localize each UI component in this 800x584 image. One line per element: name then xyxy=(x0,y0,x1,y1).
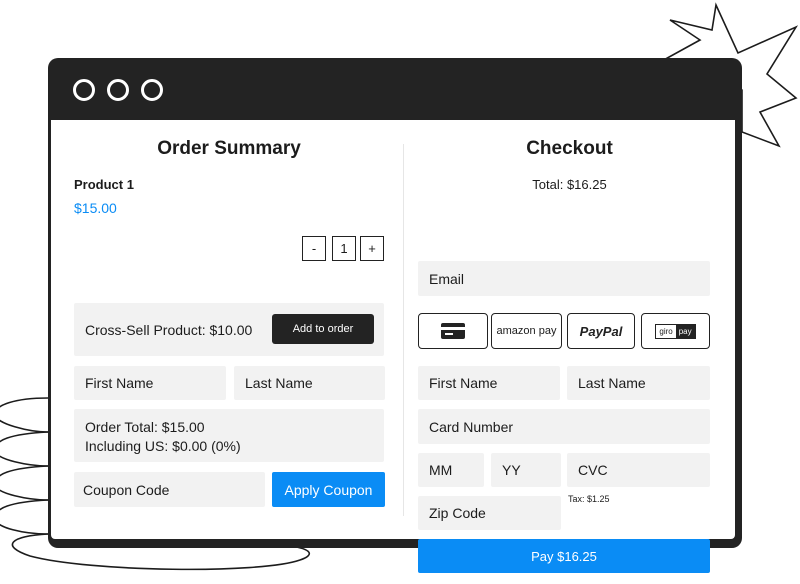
apply-coupon-button[interactable]: Apply Coupon xyxy=(272,472,385,507)
window-titlebar xyxy=(48,58,742,120)
window-control-dot[interactable] xyxy=(73,79,95,101)
product-name: Product 1 xyxy=(74,177,134,192)
checkout-total: Total: $16.25 xyxy=(532,177,607,192)
order-summary-title: Order Summary xyxy=(157,138,301,159)
zip-code-field[interactable]: Zip Code xyxy=(418,496,561,530)
quantity-decrease-button[interactable]: - xyxy=(302,236,326,261)
paypal-option[interactable]: PayPal xyxy=(567,313,635,349)
amazon-pay-option[interactable]: amazon pay xyxy=(491,313,562,349)
order-tax-text: Including US: $0.00 (0%) xyxy=(85,438,241,454)
last-name-field[interactable]: Last Name xyxy=(234,366,385,400)
tax-note: Tax: $1.25 xyxy=(568,494,610,504)
first-name-field[interactable]: First Name xyxy=(74,366,226,400)
browser-window: Order Summary Product 1 $15.00 - 1 + Cro… xyxy=(48,58,742,573)
card-cvc-field[interactable]: CVC xyxy=(567,453,710,487)
order-total-text: Order Total: $15.00 xyxy=(85,419,205,435)
product-price: $15.00 xyxy=(74,200,117,216)
email-field[interactable]: Email xyxy=(418,261,710,296)
order-total-box: Order Total: $15.00 Including US: $0.00 … xyxy=(74,409,384,462)
giropay-option[interactable]: giro pay xyxy=(641,313,710,349)
pay-button[interactable]: Pay $16.25 xyxy=(418,539,710,573)
quantity-value[interactable]: 1 xyxy=(332,236,356,261)
cross-sell-label: Cross-Sell Product: $10.00 xyxy=(85,321,253,338)
card-number-field[interactable]: Card Number xyxy=(418,409,710,444)
giropay-logo-text-a: giro xyxy=(656,324,676,338)
paypal-logo: PayPal xyxy=(579,323,623,339)
card-expiry-month-field[interactable]: MM xyxy=(418,453,484,487)
checkout-first-name-field[interactable]: First Name xyxy=(418,366,560,400)
credit-card-icon xyxy=(441,323,465,339)
page-content: Order Summary Product 1 $15.00 - 1 + Cro… xyxy=(51,120,735,573)
amazon-pay-logo: amazon pay xyxy=(496,325,557,337)
checkout-title: Checkout xyxy=(526,138,613,159)
window-control-dot[interactable] xyxy=(107,79,129,101)
window-control-dot[interactable] xyxy=(141,79,163,101)
card-payment-option[interactable] xyxy=(418,313,488,349)
quantity-increase-button[interactable]: + xyxy=(360,236,384,261)
add-to-order-button[interactable]: Add to order xyxy=(272,314,374,344)
coupon-code-field[interactable]: Coupon Code xyxy=(74,472,265,507)
card-expiry-year-field[interactable]: YY xyxy=(491,453,561,487)
column-divider xyxy=(403,144,404,516)
checkout-last-name-field[interactable]: Last Name xyxy=(567,366,710,400)
giropay-logo-text-b: pay xyxy=(675,324,695,338)
giropay-logo: giro pay xyxy=(655,323,696,339)
